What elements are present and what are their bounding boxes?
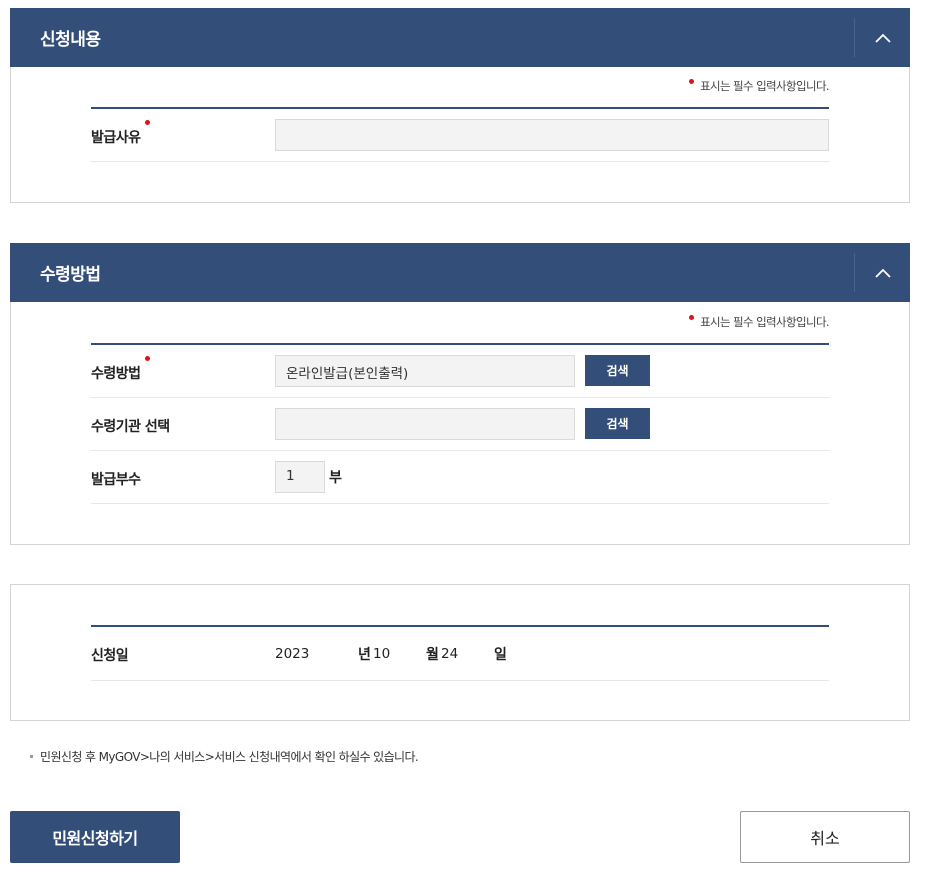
required-dot: [689, 79, 695, 84]
notice-text: 민원신청 후 MyGOV>나의 서비스>서비스 신청내역에서 확인 하실수 있습…: [30, 748, 419, 765]
copies-input[interactable]: 1: [275, 461, 325, 493]
chevron-up-icon: [874, 268, 891, 278]
collapse-toggle[interactable]: [854, 253, 910, 292]
required-dot: [144, 120, 150, 125]
section-header: 수령방법: [10, 243, 910, 302]
required-dot: [689, 315, 695, 320]
section-title: 수령방법: [40, 265, 101, 285]
form-row-date: 신청일 2023 년 10 월 24 일: [91, 627, 829, 681]
form-table: 수령방법 온라인발급(본인출력) 검색 수령기관 선택 검색 발급부수 1 부: [91, 343, 829, 504]
form-table: 신청일 2023 년 10 월 24 일: [91, 625, 829, 681]
application-date-section: 신청일 2023 년 10 월 24 일: [10, 584, 910, 721]
bullet-icon: [30, 755, 33, 758]
method-search-button[interactable]: 검색: [585, 355, 650, 386]
day-unit: 일: [494, 647, 507, 663]
field-label: 수령기관 선택: [91, 419, 170, 435]
form-row-agency: 수령기관 선택 검색: [91, 398, 829, 451]
month-unit: 월: [426, 647, 439, 663]
field-label: 발급부수: [91, 472, 141, 488]
copies-unit: 부: [329, 470, 342, 486]
chevron-up-icon: [874, 33, 891, 43]
month-value: 10: [373, 646, 391, 662]
year-unit: 년: [358, 647, 371, 663]
required-dot: [144, 356, 150, 361]
receipt-agency-input[interactable]: [275, 408, 575, 440]
section-header: 신청내용: [10, 8, 910, 67]
receipt-method-input[interactable]: 온라인발급(본인출력): [275, 355, 575, 387]
required-note: 표시는 필수 입력사항입니다.: [689, 314, 830, 330]
day-value: 24: [441, 646, 459, 662]
form-row-reason: 발급사유: [91, 109, 829, 162]
field-label: 발급사유: [91, 120, 150, 147]
form-table: 발급사유: [91, 107, 829, 162]
receipt-method-section: 수령방법 표시는 필수 입력사항입니다. 수령방법 온라인발급(본인출력) 검색…: [10, 243, 910, 545]
field-label: 신청일: [91, 648, 129, 664]
form-row-copies: 발급부수 1 부: [91, 451, 829, 504]
agency-search-button[interactable]: 검색: [585, 408, 650, 439]
section-title: 신청내용: [40, 30, 101, 50]
cancel-button[interactable]: 취소: [740, 811, 910, 863]
application-content-section: 신청내용 표시는 필수 입력사항입니다. 발급사유: [10, 8, 910, 203]
reason-input[interactable]: [275, 119, 829, 151]
year-value: 2023: [275, 646, 310, 662]
required-note: 표시는 필수 입력사항입니다.: [689, 78, 830, 94]
field-label: 수령방법: [91, 356, 150, 383]
submit-application-button[interactable]: 민원신청하기: [10, 811, 180, 863]
form-row-method: 수령방법 온라인발급(본인출력) 검색: [91, 345, 829, 398]
collapse-toggle[interactable]: [854, 18, 910, 57]
